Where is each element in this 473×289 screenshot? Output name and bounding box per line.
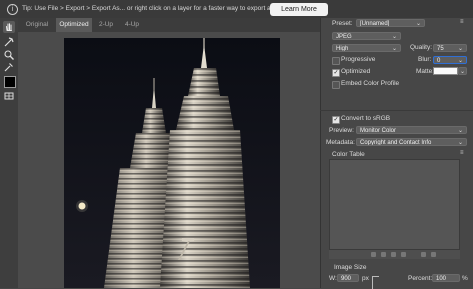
metadata-value: Copyright and Contact Info <box>360 140 432 146</box>
optimized-label: Optimized <box>341 68 371 75</box>
percent-unit: % <box>462 275 468 282</box>
convert-srgb-checkbox[interactable]: ✓ <box>332 116 340 124</box>
lock-color-icon[interactable] <box>381 252 386 257</box>
optimized-checkbox[interactable]: ✓ <box>332 69 340 77</box>
new-color-icon[interactable] <box>421 252 426 257</box>
divider <box>320 110 473 111</box>
chevron-down-icon: ⌄ <box>457 58 463 64</box>
preview-label: Preview: <box>329 127 354 134</box>
color-table-toolbar <box>329 250 460 259</box>
map-color-icon[interactable] <box>371 252 376 257</box>
preview-select[interactable]: Monitor Color ⌄ <box>356 126 467 134</box>
view-tabs: Original Optimized 2-Up 4-Up <box>18 18 320 32</box>
color-table-menu-icon[interactable]: ≡ <box>460 150 464 156</box>
quality-level-select[interactable]: High ⌄ <box>332 44 401 52</box>
quality-value: 75 <box>437 46 444 52</box>
eyedropper-icon[interactable] <box>3 61 15 73</box>
chevron-down-icon: ⌄ <box>391 46 397 52</box>
learn-more-button[interactable]: Learn More <box>270 3 328 16</box>
percent-input[interactable]: 100 <box>432 274 460 282</box>
progressive-label: Progressive <box>341 56 376 63</box>
image-size-label: Image Size <box>334 264 367 271</box>
info-icon: i <box>7 4 18 15</box>
percent-label: Percent: <box>408 275 433 282</box>
preview-value: Monitor Color <box>360 128 397 134</box>
sort-icon[interactable] <box>401 252 406 257</box>
percent-value: 100 <box>436 276 447 282</box>
panel-menu-icon[interactable]: ≡ <box>460 19 464 25</box>
progressive-checkbox[interactable] <box>332 57 340 65</box>
preset-value: [Unnamed] <box>360 21 390 27</box>
format-select[interactable]: JPEG ⌄ <box>332 32 401 40</box>
width-label: W: <box>329 275 337 282</box>
tip-text: Tip: Use File > Export > Export As... or… <box>22 5 286 12</box>
toggle-slices-icon[interactable] <box>3 90 15 102</box>
width-unit: px <box>362 275 369 282</box>
embed-color-profile-checkbox[interactable] <box>332 81 340 89</box>
tab-original[interactable]: Original <box>20 18 54 32</box>
color-table[interactable] <box>329 159 460 250</box>
chevron-down-icon: ⌄ <box>415 21 421 27</box>
quality-label: Quality: <box>410 44 433 51</box>
quality-level-value: High <box>336 46 349 52</box>
blur-value: 0 <box>437 58 441 64</box>
matte-label: Matte: <box>416 68 435 75</box>
tip-bar: i Tip: Use File > Export > Export As... … <box>0 0 473 19</box>
blur-input[interactable]: 0 ⌄ <box>433 56 467 64</box>
slice-select-icon[interactable] <box>3 36 15 48</box>
chevron-down-icon: ⌄ <box>457 46 463 52</box>
quality-input[interactable]: 75 ⌄ <box>433 44 467 52</box>
link-proportions-icon[interactable] <box>372 276 379 289</box>
hand-icon[interactable] <box>3 21 15 33</box>
matte-dropdown[interactable]: ⌄ <box>458 67 467 75</box>
tool-strip <box>0 18 19 288</box>
tab-2-up[interactable]: 2-Up <box>94 18 118 32</box>
color-swatch[interactable] <box>4 76 16 88</box>
metadata-select[interactable]: Copyright and Contact Info ⌄ <box>356 138 467 146</box>
tab-4-up[interactable]: 4-Up <box>120 18 144 32</box>
embed-color-profile-label: Embed Color Profile <box>341 80 400 87</box>
convert-srgb-label: Convert to sRGB <box>341 115 391 122</box>
preset-select[interactable]: [Unnamed] ⌄ <box>356 19 425 27</box>
chevron-down-icon: ⌄ <box>457 128 463 134</box>
format-value: JPEG <box>336 34 352 40</box>
tab-optimized[interactable]: Optimized <box>56 18 92 32</box>
preview-image[interactable] <box>64 38 280 288</box>
matte-color-swatch[interactable] <box>433 67 458 75</box>
width-input[interactable]: 900 <box>337 274 359 282</box>
web-snap-icon[interactable] <box>391 252 396 257</box>
delete-color-icon[interactable] <box>431 252 436 257</box>
width-value: 900 <box>341 276 352 282</box>
chevron-down-icon: ⌄ <box>391 34 397 40</box>
chevron-down-icon: ⌄ <box>457 140 463 146</box>
metadata-label: Metadata: <box>326 139 355 146</box>
color-table-label: Color Table <box>332 151 365 158</box>
zoom-icon[interactable] <box>3 49 15 61</box>
preset-label: Preset: <box>332 20 353 27</box>
chevron-down-icon: ⌄ <box>459 69 465 75</box>
blur-label: Blur: <box>418 56 432 63</box>
